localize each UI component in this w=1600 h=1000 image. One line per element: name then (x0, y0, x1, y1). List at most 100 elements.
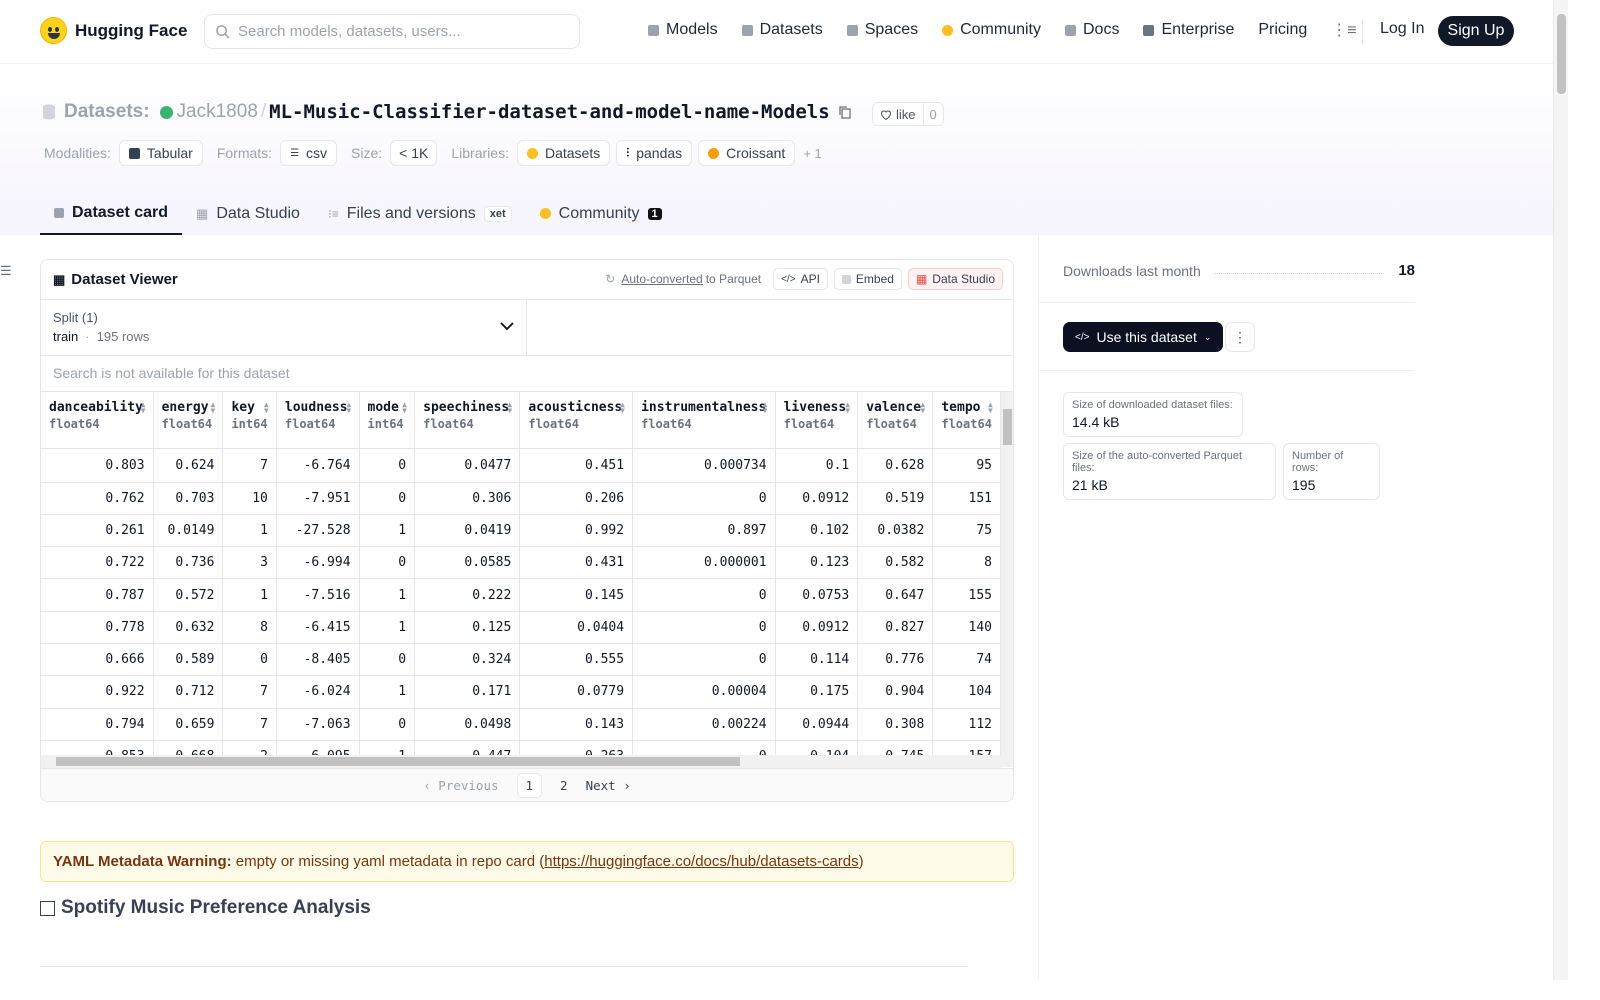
table-cell[interactable]: 0.0404 (519, 611, 634, 644)
warning-link[interactable]: https://huggingface.co/docs/hub/datasets… (544, 853, 858, 870)
table-cell[interactable]: 0.00004 (632, 675, 776, 709)
nav-link-datasets[interactable]: Datasets (741, 21, 823, 39)
table-cell[interactable]: 1 (359, 514, 416, 548)
table-horizontal-scrollbar[interactable] (41, 755, 1001, 768)
table-cell[interactable]: 0.145 (519, 578, 634, 612)
sort-icon[interactable]: ▲ ▼ (141, 401, 148, 415)
search-input[interactable] (238, 23, 558, 40)
table-cell[interactable]: 155 (932, 578, 1001, 612)
table-row[interactable]: 0.722 0.736 3 -6.994 0 0.0585 0.431 0.000001 0.1… (41, 546, 1001, 580)
table-cell[interactable]: 0.0779 (519, 675, 634, 709)
table-cell[interactable]: 0.803 (41, 448, 154, 483)
table-cell[interactable]: -27.528 (276, 514, 360, 548)
table-row[interactable]: 0.803 0.624 7 -6.764 0 0.0477 0.451 0.000734 0.1… (41, 448, 1001, 483)
table-cell[interactable]: 0.308 (857, 708, 934, 741)
table-cell[interactable]: 8 (222, 611, 277, 644)
table-cell[interactable]: 0 (359, 448, 416, 483)
table-cell[interactable]: 0.0944 (775, 708, 859, 741)
table-cell[interactable]: 10 (222, 482, 277, 515)
table-cell[interactable]: 0 (359, 708, 416, 741)
brand-logo[interactable]: Hugging Face (40, 17, 187, 44)
table-cell[interactable]: 0.171 (414, 675, 521, 709)
table-cell[interactable]: 0.0419 (414, 514, 521, 548)
table-cell[interactable]: 0.0912 (775, 482, 859, 515)
table-cell[interactable]: 0.114 (775, 643, 859, 677)
table-cell[interactable]: 1 (359, 675, 416, 709)
modality-tag[interactable]: Tabular (118, 140, 203, 166)
table-cell[interactable]: 0.659 (153, 708, 224, 741)
table-cell[interactable]: 0.0912 (775, 611, 859, 644)
table-cell[interactable]: -6.764 (276, 448, 360, 483)
table-cell[interactable]: 0.0753 (775, 578, 859, 612)
tab-files-and-versions[interactable]: ⁝≡ Files and versions xet (314, 192, 526, 235)
next-page-button[interactable]: Next › (586, 778, 631, 793)
tab-data-studio[interactable]: ▦ Data Studio (182, 192, 314, 235)
table-cell[interactable]: 0.992 (519, 514, 634, 548)
column-header[interactable]: valence float64 ▲ ▼ (857, 392, 934, 449)
library-tag-datasets[interactable]: Datasets (516, 140, 611, 166)
tab-community[interactable]: Community 1 (526, 192, 676, 235)
table-cell[interactable]: 0 (222, 643, 277, 677)
table-cell[interactable]: 1 (222, 578, 277, 612)
sort-icon[interactable]: ▲ ▼ (507, 401, 514, 415)
table-cell[interactable]: -7.951 (276, 482, 360, 515)
table-cell[interactable]: 0.712 (153, 675, 224, 709)
library-tag-pandas[interactable]: ⫶ pandas (616, 140, 693, 166)
table-cell[interactable]: 0.628 (857, 448, 934, 483)
table-cell[interactable]: 0.736 (153, 546, 224, 580)
table-cell[interactable]: 0.703 (153, 482, 224, 515)
table-cell[interactable]: 0.519 (857, 482, 934, 515)
table-cell[interactable]: 0.431 (519, 546, 634, 580)
table-row[interactable]: 0.261 0.0149 1 -27.528 1 0.0419 0.992 0.897 0.10… (41, 514, 1001, 548)
table-cell[interactable]: 0.0585 (414, 546, 521, 580)
table-cell[interactable]: 0.306 (414, 482, 521, 515)
table-cell[interactable]: 112 (932, 708, 1001, 741)
sort-icon[interactable]: ▲ ▼ (845, 401, 852, 415)
table-cell[interactable]: 104 (932, 675, 1001, 709)
table-cell[interactable]: -7.516 (276, 578, 360, 612)
sort-icon[interactable]: ▲ ▼ (988, 401, 995, 415)
table-row[interactable]: 0.778 0.632 8 -6.415 1 0.125 0.0404 0 0.0912 0.82… (41, 611, 1001, 644)
copy-icon[interactable] (838, 105, 852, 120)
table-cell[interactable]: 0 (359, 546, 416, 580)
table-cell[interactable]: 0.0149 (153, 514, 224, 548)
sort-icon[interactable]: ▲ ▼ (210, 401, 217, 415)
table-cell[interactable]: 0.722 (41, 546, 154, 580)
column-header[interactable]: energy float64 ▲ ▼ (153, 392, 224, 449)
table-cell[interactable]: 7 (222, 448, 277, 483)
table-cell[interactable]: 0.0477 (414, 448, 521, 483)
table-row[interactable]: 0.787 0.572 1 -7.516 1 0.222 0.145 0 0.0753 0.647… (41, 578, 1001, 612)
sort-icon[interactable]: ▲ ▼ (620, 401, 627, 415)
table-cell[interactable]: 0 (632, 611, 776, 644)
page-1-button[interactable]: 1 (516, 773, 543, 798)
more-libraries[interactable]: + 1 (803, 146, 821, 161)
table-cell[interactable]: 0.102 (775, 514, 859, 548)
nav-link-spaces[interactable]: Spaces (846, 21, 918, 39)
format-tag[interactable]: ☰ csv (280, 140, 338, 166)
table-vertical-scrollbar[interactable] (1001, 392, 1013, 767)
table-cell[interactable]: 7 (222, 708, 277, 741)
table-row[interactable]: 0.922 0.712 7 -6.024 1 0.171 0.0779 0.00004 0.17… (41, 675, 1001, 709)
table-cell[interactable]: 0.624 (153, 448, 224, 483)
search-box[interactable] (204, 14, 580, 49)
nav-link-enterprise[interactable]: Enterprise (1143, 21, 1234, 39)
table-cell[interactable]: 3 (222, 546, 277, 580)
table-cell[interactable]: 0.666 (41, 643, 154, 677)
table-row[interactable]: 0.666 0.589 0 -8.405 0 0.324 0.555 0 0.114 0.776 7… (41, 643, 1001, 677)
owner-link[interactable]: Jack1808 (177, 101, 258, 123)
data-table-container[interactable]: danceability float64 ▲ ▼ energy float64 ▲ ▼ key i… (41, 392, 1001, 757)
column-header[interactable]: tempo float64 ▲ ▼ (932, 392, 1001, 449)
table-cell[interactable]: 0.143 (519, 708, 634, 741)
table-cell[interactable]: 0 (359, 643, 416, 677)
column-header[interactable]: liveness float64 ▲ ▼ (775, 392, 859, 449)
table-cell[interactable]: 0.582 (857, 546, 934, 580)
column-header[interactable]: speechiness float64 ▲ ▼ (414, 392, 521, 449)
table-cell[interactable]: 0.647 (857, 578, 934, 612)
table-cell[interactable]: 0.451 (519, 448, 634, 483)
tab-dataset-card[interactable]: Dataset card (40, 192, 183, 235)
table-cell[interactable]: -8.405 (276, 643, 360, 677)
table-cell[interactable]: 0.206 (519, 482, 634, 515)
table-cell[interactable]: 0.589 (153, 643, 224, 677)
table-cell[interactable]: 0.827 (857, 611, 934, 644)
api-button[interactable]: </> API (773, 268, 828, 290)
